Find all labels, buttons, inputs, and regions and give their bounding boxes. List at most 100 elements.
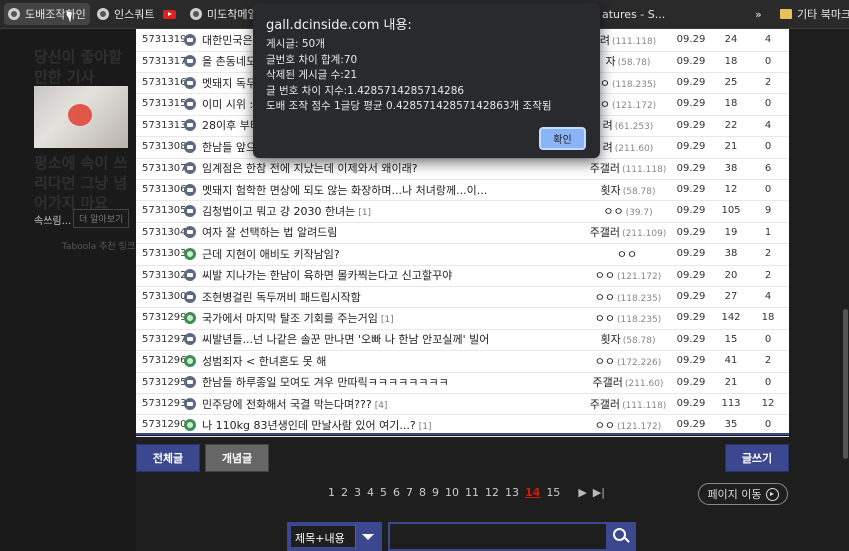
page-link[interactable]: 15	[543, 486, 563, 499]
page-link[interactable]: 13	[502, 486, 522, 499]
post-subject-link[interactable]: 한남들 하루종일 모여도 겨우 만따릭ㅋㅋㅋㅋㅋㅋㅋㅋ	[202, 374, 452, 390]
comment-count[interactable]: [4]	[375, 401, 388, 411]
post-writer[interactable]: ㅇㅇ (118.235)	[566, 310, 690, 326]
post-writer[interactable]: 주갤러 (211.109)	[566, 224, 690, 240]
post-writer[interactable]: ㅇㅇ	[566, 246, 690, 262]
chevron-down-icon[interactable]	[355, 524, 380, 549]
bookmark-item-0[interactable]: 도배조작하인	[4, 3, 90, 25]
comment-count[interactable]: [1]	[419, 422, 432, 432]
post-writer[interactable]: ㅇㅇ (172.226)	[566, 353, 690, 369]
table-row[interactable]: 5731299 국가에서 마지막 탈조 기회를 주는거임 [1] ㅇㅇ (118.235…	[136, 307, 789, 330]
table-row[interactable]: 5731304 여자 잘 선택하는 법 알려드림 주갤러 (211.109) 09.29…	[136, 222, 789, 245]
post-subject-link[interactable]: 멧돼지 험학한 면상에 되도 않는 화장하며...나 처녀랑께...이...	[202, 182, 490, 198]
scrollbar-thumb[interactable]	[843, 309, 848, 459]
page-link[interactable]: 3	[351, 486, 364, 499]
page-link[interactable]: 5	[377, 486, 390, 499]
post-subject-link[interactable]: 씨발 지나가는 한남이 육하면 몰카찍는다고 신고할꾸야	[202, 267, 455, 283]
post-recommends: 2	[764, 77, 772, 89]
bookmark-label: 미도착메일	[207, 8, 258, 21]
ad-image[interactable]	[34, 86, 128, 148]
post-subject-link[interactable]: 나 110kg 83년생인데 만날사람 있어 여기...? [1]	[202, 417, 431, 433]
post-subject-link[interactable]: 이미 시위 :	[202, 96, 256, 112]
other-bookmarks-folder[interactable]: 기타 북마크	[780, 0, 849, 28]
post-subject-link[interactable]: 임계점은 한참 전에 지났는데 이제와서 왜이래?	[202, 160, 421, 176]
next-page-icon[interactable]: ▶	[575, 486, 589, 499]
post-subject-link[interactable]: 멧돼지 독두	[202, 75, 259, 91]
bookmark-item-4[interactable]: atures - S...	[602, 0, 665, 28]
post-number: 5731297	[142, 333, 187, 345]
all-posts-button[interactable]: 전체글	[136, 444, 200, 472]
page-link[interactable]: 12	[482, 486, 502, 499]
post-writer[interactable]: 주갤러 (111.118)	[566, 160, 690, 176]
bookmark-item-2[interactable]	[163, 0, 176, 28]
post-number: 5731305	[142, 205, 187, 217]
page-link[interactable]: 11	[462, 486, 482, 499]
page-jump-button[interactable]: 페이지 이동	[698, 483, 788, 505]
page-link[interactable]: 10	[442, 486, 462, 499]
table-row[interactable]: 5731293 민주당에 전화해서 국결 막는다며??? [4] 주갤러 (111.11…	[136, 393, 789, 416]
post-date: 09.29	[676, 141, 706, 153]
image-post-icon	[184, 418, 196, 431]
post-subject-link[interactable]: 여자 잘 선택하는 법 알려드림	[202, 224, 340, 240]
post-subject-link[interactable]: 씨발년들...넌 나같은 솔꾼 만나면 '오빠 나 한남 안꼬실께' 빌어	[202, 331, 492, 347]
post-writer[interactable]: ㅇㅇ (121.172)	[566, 267, 690, 283]
post-writer[interactable]: ㅇㅇ (118.235)	[566, 289, 690, 305]
page-link[interactable]: 1	[325, 486, 338, 499]
post-subject-link[interactable]: 성범죄자 < 한녀혼도 못 해	[202, 353, 329, 369]
post-writer[interactable]: 횟자 (58.78)	[566, 331, 690, 347]
post-views: 21	[724, 376, 738, 388]
post-subject-link[interactable]: 근데 지현이 애비도 키작남임?	[202, 246, 343, 262]
dialog-line: 도배 조작 점수 1글당 평균 0.42857142857142863개 조작됨	[266, 100, 552, 112]
page-link[interactable]: 9	[429, 486, 442, 499]
ad-headline[interactable]: 평소에 속이 쓰리다면 그냥 넘어가지 마요	[34, 153, 134, 213]
post-writer[interactable]: 횟자 (58.78)	[566, 182, 690, 198]
search-input[interactable]	[388, 522, 636, 551]
post-subject-link[interactable]: 민주당에 전화해서 국결 막는다며??? [4]	[202, 396, 387, 412]
write-button[interactable]: 글쓰기	[725, 444, 789, 472]
table-row[interactable]: 5731295 한남들 하루종일 모여도 겨우 만따릭ㅋㅋㅋㅋㅋㅋㅋㅋ 주갤러 (21…	[136, 371, 789, 394]
post-subject-link[interactable]: 김청법이고 뭐고 걍 2030 한녀는 [1]	[202, 203, 371, 219]
page-scrollbar[interactable]	[842, 29, 849, 551]
comment-count[interactable]: [1]	[381, 315, 394, 325]
search-type-select[interactable]: 제목+내용	[287, 522, 382, 551]
table-row[interactable]: 5731302 씨발 지나가는 한남이 육하면 몰카찍는다고 신고할꾸야 ㅇㅇ (12…	[136, 264, 789, 287]
page-link[interactable]: 8	[416, 486, 429, 499]
table-row[interactable]: 5731300 조현병걸린 독두꺼비 패드립시작함 ㅇㅇ (118.235) 09.29…	[136, 286, 789, 309]
concept-posts-button[interactable]: 개념글	[205, 444, 269, 472]
post-views: 25	[724, 77, 738, 89]
table-row[interactable]: 5731307 임계점은 한참 전에 지났는데 이제와서 왜이래? 주갤러 (111.…	[136, 157, 789, 180]
dialog-ok-button[interactable]: 확인	[539, 127, 586, 150]
bookmark-item-3[interactable]: 미도착메일	[190, 0, 258, 28]
page-link[interactable]: 7	[403, 486, 416, 499]
last-page-icon[interactable]: ▶|	[590, 486, 608, 499]
page-link[interactable]: 4	[364, 486, 377, 499]
comment-count[interactable]: [1]	[358, 208, 371, 218]
bookmarks-overflow-button[interactable]: »	[755, 0, 762, 28]
post-subject-link[interactable]: 한남들 앞으	[202, 139, 259, 155]
ad-provider[interactable]: Taboola 추천 링크	[62, 239, 135, 252]
post-subject-link[interactable]: 대한민국은	[202, 32, 256, 48]
text-post-icon	[184, 76, 196, 89]
bookmark-item-1[interactable]: 인스쿼트	[97, 0, 154, 28]
post-writer[interactable]: ㅇㅇ (39.7)	[566, 203, 690, 219]
text-post-icon	[184, 33, 196, 46]
post-number: 5731313	[142, 119, 187, 131]
ad-more-button[interactable]: 더 알아보기	[73, 209, 130, 228]
current-page[interactable]: 14	[522, 486, 543, 499]
table-row[interactable]: 5731296 성범죄자 < 한녀혼도 못 해 ㅇㅇ (172.226) 09.29 41…	[136, 350, 789, 373]
writer-ip: (61.253)	[614, 122, 654, 133]
post-subject-link[interactable]: 을 촌동네도	[202, 53, 259, 69]
table-row[interactable]: 5731297 씨발년들...넌 나같은 솔꾼 만나면 '오빠 나 한남 안꼬실께…	[136, 329, 789, 352]
post-writer[interactable]: ㅇㅇ (121.172)	[566, 417, 690, 433]
table-row[interactable]: 5731303 근데 지현이 애비도 키작남임? ㅇㅇ 09.29 38 2	[136, 243, 789, 266]
table-row[interactable]: 5731305 김청법이고 뭐고 걍 2030 한녀는 [1] ㅇㅇ (39.7) 09.…	[136, 200, 789, 223]
table-row[interactable]: 5731306 멧돼지 험학한 면상에 되도 않는 화장하며...나 처녀랑께..…	[136, 179, 789, 202]
search-button[interactable]	[606, 524, 634, 549]
page-link[interactable]: 6	[390, 486, 403, 499]
post-subject-link[interactable]: 조현병걸린 독두꺼비 패드립시작함	[202, 289, 364, 305]
post-writer[interactable]: 주갤러 (111.118)	[566, 396, 690, 412]
post-subject: 국가에서 마지막 탈조 기회를 주는거임	[202, 311, 378, 325]
page-link[interactable]: 2	[338, 486, 351, 499]
post-subject-link[interactable]: 국가에서 마지막 탈조 기회를 주는거임 [1]	[202, 310, 394, 326]
post-writer[interactable]: 주갤러 (211.60)	[566, 374, 690, 390]
